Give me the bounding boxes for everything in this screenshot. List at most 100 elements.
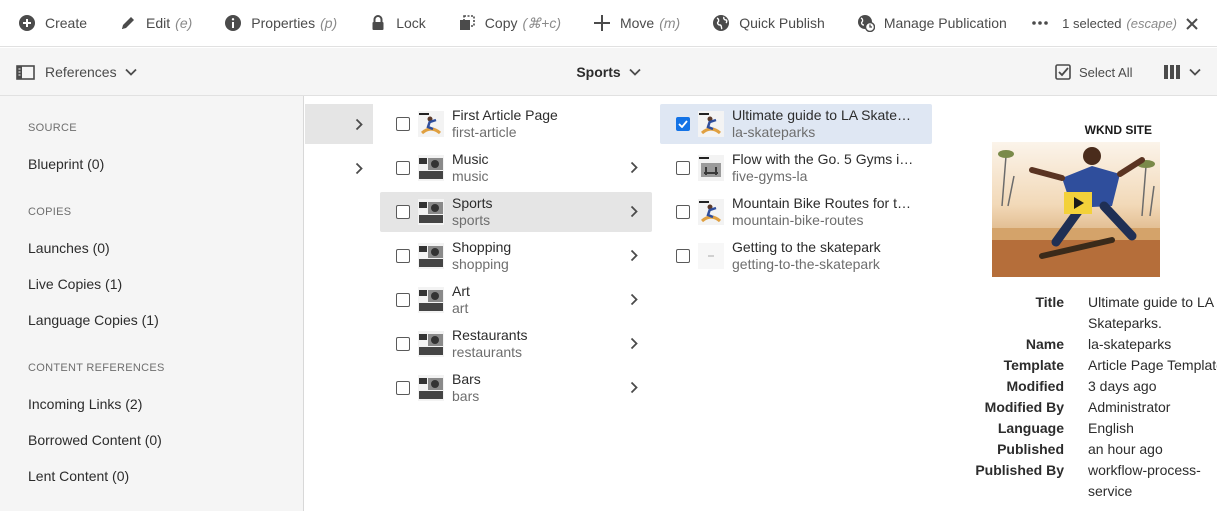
chevron-right-icon [630,161,638,174]
meta-value-name: la-skateparks [1088,336,1172,352]
content-references-heading: CONTENT REFERENCES [28,362,165,374]
column-item-first-article[interactable]: First Article Page first-article [380,104,652,144]
meta-value-template: Article Page Template [1088,357,1217,373]
globe-clock-icon [857,15,875,32]
item-checkbox[interactable] [396,117,410,131]
copy-button[interactable]: Copy (⌘+c) [440,0,575,47]
borrowed-content-link[interactable]: Borrowed Content (0) [28,432,162,448]
item-checkbox[interactable] [396,161,410,175]
column-parent-item[interactable] [305,104,373,144]
column-item-sports[interactable]: Sports sports [380,192,652,232]
select-all-label: Select All [1079,64,1133,80]
item-checkbox-checked[interactable] [676,117,690,131]
move-shortcut: (m) [659,15,681,31]
copies-heading: COPIES [28,206,72,218]
item-name: restaurants [452,344,523,360]
launches-link[interactable]: Launches (0) [28,240,110,256]
item-name: mountain-bike-routes [732,212,864,228]
item-name: sports [452,212,491,228]
item-checkbox[interactable] [396,381,410,395]
chevron-right-icon [630,381,638,394]
chevron-right-icon [630,205,638,218]
properties-label: Properties [251,15,316,31]
incoming-links-link[interactable]: Incoming Links (2) [28,396,142,412]
language-copies-link[interactable]: Language Copies (1) [28,312,159,328]
page-thumbnail-icon [418,375,444,401]
meta-value-published-by-line2: service [1088,483,1133,499]
meta-label-modified: Modified [1006,378,1064,394]
meta-value-title-line2: Skateparks. [1088,315,1162,331]
skater-thumbnail-icon [698,111,724,137]
item-checkbox[interactable] [396,249,410,263]
page-thumbnail-icon [418,331,444,357]
item-name: music [452,168,489,184]
meta-label-published-by: Published By [975,462,1064,478]
item-checkbox[interactable] [676,205,690,219]
blank-page-thumbnail-icon [698,243,724,269]
rail-toggle-dropdown[interactable]: References [16,48,147,96]
page-thumbnail-icon [418,287,444,313]
checkmark-icon [678,120,688,128]
column-item-bars[interactable]: Bars bars [380,368,652,408]
quick-publish-button[interactable]: Quick Publish [694,0,839,47]
create-button[interactable]: Create [0,0,101,47]
manage-publication-button[interactable]: Manage Publication [839,0,1021,47]
more-actions-button[interactable] [1021,0,1059,47]
column-item-la-skateparks[interactable]: Ultimate guide to LA Skateparks. la-skat… [660,104,932,144]
folder-title-dropdown[interactable]: Sports [576,64,641,80]
item-name: bars [452,388,480,404]
blueprint-link[interactable]: Blueprint (0) [28,156,104,172]
move-label: Move [619,15,655,31]
live-copies-link[interactable]: Live Copies (1) [28,276,122,292]
secondary-toolbar: Sports References Select All [0,48,1217,96]
close-icon[interactable] [1185,17,1199,31]
globe-icon [713,15,730,31]
item-title: Sports [452,195,493,211]
select-all-icon [1055,64,1071,80]
meta-value-modified-by: Administrator [1088,399,1171,415]
meta-label-language: Language [997,420,1064,436]
item-checkbox[interactable] [396,205,410,219]
select-all-button[interactable]: Select All [1055,48,1132,96]
properties-button[interactable]: Properties (p) [206,0,351,47]
item-checkbox[interactable] [396,293,410,307]
item-title: First Article Page [452,107,558,123]
meta-value-modified: 3 days ago [1088,378,1157,394]
column-item-getting-to-the-skatepark[interactable]: Getting to the skatepark getting-to-the-… [660,236,932,276]
page-thumbnail-icon [418,155,444,181]
column-parent-item[interactable] [305,148,373,188]
edit-button[interactable]: Edit (e) [101,0,206,47]
chevron-right-icon [630,337,638,350]
info-icon [225,15,242,31]
item-title: Restaurants [452,327,528,343]
item-checkbox[interactable] [396,337,410,351]
preview-thumbnail: WKND SITE [992,116,1160,277]
column-item-five-gyms-la[interactable]: Flow with the Go. 5 Gyms in LA. five-gym… [660,148,932,188]
column-item-art[interactable]: Art art [380,280,652,320]
item-checkbox[interactable] [676,249,690,263]
lock-icon [372,15,384,30]
create-label: Create [45,15,88,31]
item-checkbox[interactable] [676,161,690,175]
lock-label: Lock [396,15,426,31]
properties-shortcut: (p) [320,15,338,31]
move-button[interactable]: Move (m) [575,0,694,47]
item-title: Mountain Bike Routes for the … [732,195,916,211]
lock-button[interactable]: Lock [351,0,440,47]
plus-circle-icon [19,15,35,31]
chevron-right-icon [630,249,638,262]
column-item-restaurants[interactable]: Restaurants restaurants [380,324,652,364]
gym-thumbnail-icon [698,155,724,181]
column-item-music[interactable]: Music music [380,148,652,188]
lent-content-link[interactable]: Lent Content (0) [28,468,129,484]
chevron-down-icon [124,68,137,76]
column-parent [305,96,377,511]
column-item-mountain-bike-routes[interactable]: Mountain Bike Routes for the … mountain-… [660,192,932,232]
view-switcher[interactable] [1163,48,1201,96]
copy-icon [459,15,475,30]
item-name: la-skateparks [732,124,816,140]
item-name: five-gyms-la [732,168,808,184]
item-name: shopping [452,256,509,272]
column-item-shopping[interactable]: Shopping shopping [380,236,652,276]
preview-brand: WKND SITE [1085,123,1152,137]
